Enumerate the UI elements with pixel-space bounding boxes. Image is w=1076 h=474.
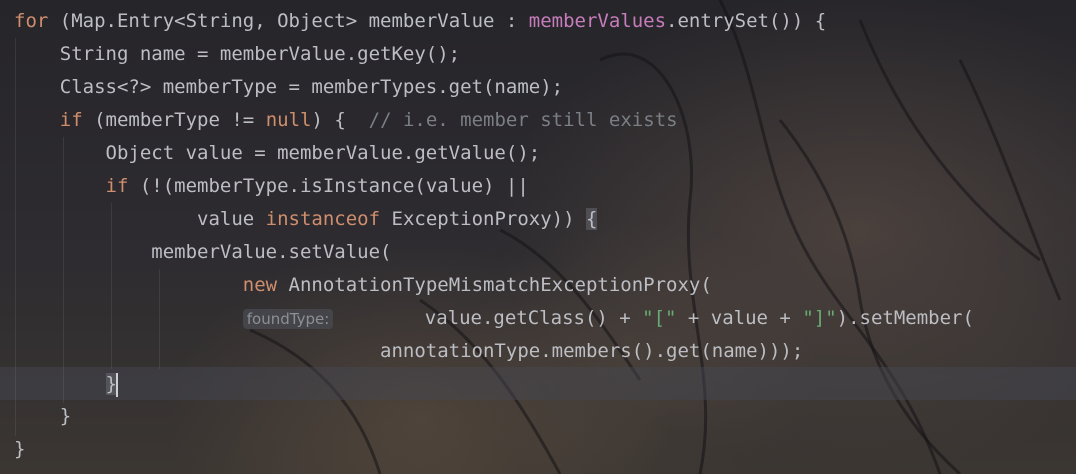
string-literal: "]" [802, 307, 837, 329]
keyword-if: if [59, 109, 83, 131]
code-text: Object value = memberValue.getValue(); [14, 142, 541, 164]
code-text: ).setMember( [836, 307, 974, 329]
code-line-7[interactable]: value instanceof ExceptionProxy)) { [14, 203, 598, 236]
code-text: value.getClass() + [424, 307, 643, 329]
code-text: memberValue.setValue( [14, 241, 392, 263]
code-line-11[interactable]: annotationType.members().get(name))); [14, 335, 803, 368]
keyword-instanceof: instanceof [265, 208, 381, 230]
code-line-9[interactable]: new AnnotationTypeMismatchExceptionProxy… [14, 269, 712, 302]
code-text: Class<?> memberType = memberTypes.get(na… [14, 76, 564, 98]
keyword-for: for [14, 10, 49, 32]
keyword-null: null [265, 109, 312, 131]
keyword-if: if [105, 175, 129, 197]
field-member-values: memberValues [528, 10, 667, 32]
code-line-3[interactable]: Class<?> memberType = memberTypes.get(na… [14, 71, 563, 104]
code-text: } [14, 405, 72, 427]
text-cursor [115, 372, 118, 397]
code-line-14[interactable]: } [14, 433, 25, 466]
code-text: } [14, 438, 26, 460]
current-line-highlight [0, 367, 1076, 400]
string-literal: "[" [642, 307, 677, 329]
code-text: value [14, 208, 266, 230]
code-line-13[interactable]: } [14, 400, 71, 433]
code-line-2[interactable]: String name = memberValue.getKey(); [14, 38, 460, 71]
code-text: annotationType.members().get(name))); [14, 340, 804, 362]
code-text: ExceptionProxy)) [380, 208, 586, 230]
code-text: (Map.Entry<String, Object> memberValue : [48, 10, 529, 32]
code-text: + value + [676, 307, 803, 329]
keyword-new: new [242, 274, 278, 296]
code-line-1[interactable]: for (Map.Entry<String, Object> memberVal… [14, 5, 826, 38]
code-line-12[interactable]: } [14, 368, 118, 401]
code-text: ) { [311, 109, 369, 131]
code-text: .entrySet()) { [666, 10, 827, 32]
code-line-6[interactable]: if (!(memberType.isInstance(value) || [14, 170, 529, 203]
code-line-5[interactable]: Object value = memberValue.getValue(); [14, 137, 541, 170]
parameter-hint-found-type: foundType: [242, 309, 334, 329]
matched-brace-open: { [585, 208, 598, 230]
code-text: (memberType != [82, 109, 266, 131]
code-text: (!(memberType.isInstance(value) || [128, 175, 529, 197]
code-text: String name = memberValue.getKey(); [14, 43, 461, 65]
code-editor[interactable]: for (Map.Entry<String, Object> memberVal… [0, 0, 1076, 474]
code-line-8[interactable]: memberValue.setValue( [14, 236, 392, 269]
code-line-4[interactable]: if (memberType != null) { // i.e. member… [14, 104, 678, 137]
code-comment: // i.e. member still exists [368, 109, 678, 131]
code-text: AnnotationTypeMismatchExceptionProxy( [277, 274, 712, 296]
code-line-10[interactable]: foundType: value.getClass() + "[" + valu… [14, 302, 974, 335]
